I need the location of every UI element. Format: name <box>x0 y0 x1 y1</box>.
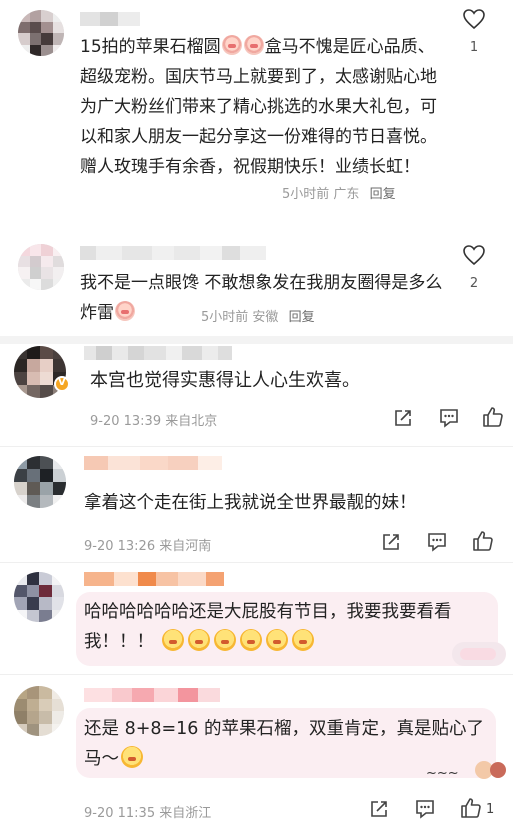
share-icon <box>395 410 411 426</box>
comment-text: 拿着这个走在街上我就说全世界最靓的妹！ <box>84 493 417 513</box>
thumbs-up-button[interactable] <box>472 530 494 552</box>
heart-icon <box>463 9 485 30</box>
comment-icon <box>440 409 458 428</box>
emoji-icon <box>265 629 288 651</box>
thumbs-up-button[interactable] <box>482 406 504 428</box>
comment-meta: 5小时前 安徽 回复 <box>201 310 315 325</box>
avatar[interactable] <box>14 686 64 736</box>
emoji-icon <box>115 301 135 321</box>
avatar[interactable] <box>18 244 64 290</box>
thumbs-up-icon <box>473 531 493 551</box>
comment-meta: 5小时前 广东 回复 <box>282 187 396 202</box>
comment-text: 哈哈哈哈哈哈还是大屁股有节目，我要我要看看我！！！ <box>84 602 452 652</box>
reply-button[interactable]: 回复 <box>370 187 396 202</box>
comment-meta: 9-20 13:26 来自河南 <box>84 539 212 554</box>
username[interactable] <box>80 246 266 260</box>
username[interactable] <box>84 346 232 360</box>
emoji-icon <box>239 629 262 651</box>
emoji-icon <box>221 35 242 55</box>
share-button[interactable] <box>368 798 390 820</box>
comment-meta: 9-20 11:35 来自浙江 <box>84 806 212 821</box>
section-divider <box>0 674 513 675</box>
like-count: 2 <box>469 276 479 291</box>
comment-icon <box>428 533 446 552</box>
thumbs-up-icon <box>461 798 481 818</box>
share-icon <box>371 801 387 817</box>
avatar[interactable] <box>14 456 66 508</box>
username[interactable] <box>84 572 224 586</box>
verified-badge-icon <box>54 376 70 392</box>
sticker-icon: ~~~ <box>424 758 508 784</box>
comment-icon <box>416 800 434 819</box>
svg-text:~~~: ~~~ <box>426 766 459 781</box>
emoji-icon <box>187 629 210 651</box>
comment-text: 本宫也觉得实惠得让人心生欢喜。 <box>90 370 360 391</box>
username[interactable] <box>80 12 140 26</box>
heart-icon <box>463 245 485 266</box>
emoji-icon <box>243 35 264 55</box>
reply-button[interactable]: 回复 <box>289 310 315 325</box>
section-divider <box>0 562 513 563</box>
comment-text: 15拍的苹果石榴圆 盒马不愧是匠心品质、超级宠粉。国庆节马上就要到了，太感谢贴心地… <box>80 35 437 177</box>
emoji-icon <box>291 629 314 651</box>
like-button[interactable]: 1 <box>460 8 488 55</box>
like-count: 1 <box>486 802 495 817</box>
emoji-icon <box>161 629 184 651</box>
comment-meta: 9-20 13:39 来自北京 <box>90 414 218 429</box>
avatar[interactable] <box>14 572 64 622</box>
like-button[interactable]: 2 <box>460 244 488 291</box>
comment-button[interactable] <box>414 798 436 820</box>
username[interactable] <box>84 688 220 702</box>
section-divider <box>0 336 513 344</box>
comment-button[interactable] <box>438 407 460 429</box>
username[interactable] <box>84 456 222 470</box>
thumbs-up-icon <box>483 407 503 427</box>
comment-button[interactable] <box>426 531 448 553</box>
like-count: 1 <box>469 40 479 55</box>
thumbs-up-button[interactable] <box>460 797 482 819</box>
share-button[interactable] <box>392 407 414 429</box>
section-divider <box>0 446 513 447</box>
share-button[interactable] <box>380 531 402 553</box>
share-icon <box>383 534 399 550</box>
avatar[interactable] <box>18 10 64 56</box>
sticker-icon <box>452 642 506 666</box>
emoji-icon <box>121 746 143 768</box>
emoji-icon <box>213 629 236 651</box>
